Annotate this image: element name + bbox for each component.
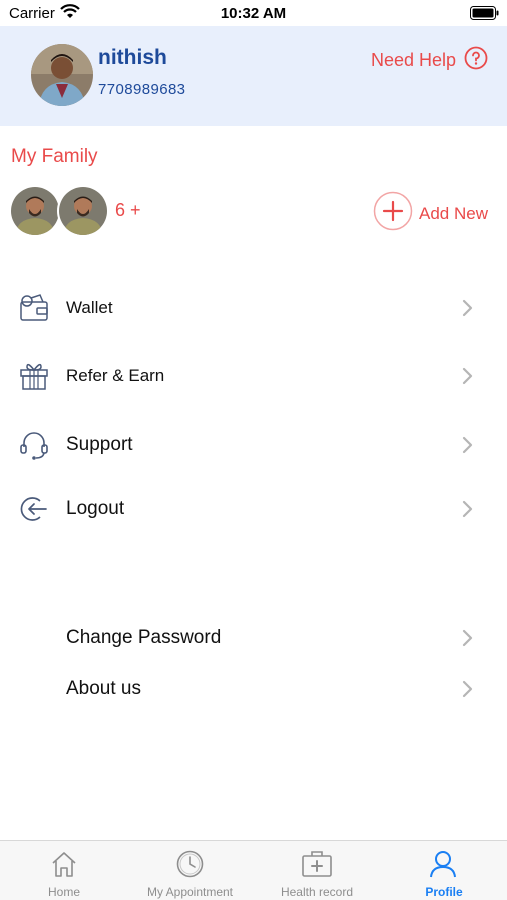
family-title: My Family — [11, 146, 98, 167]
profile-header: nithish 7708989683 Need Help — [0, 26, 507, 126]
user-name: nithish — [98, 46, 167, 69]
tab-home-label: Home — [47, 885, 80, 899]
plus-circle-icon — [373, 191, 413, 236]
chevron-right-icon — [460, 436, 474, 459]
chevron-right-icon — [460, 299, 474, 322]
tab-bar: Home My Appointment Health record Profil… — [0, 840, 507, 900]
change-password-label: Change Password — [66, 627, 222, 648]
logout-label: Logout — [66, 498, 125, 519]
home-icon — [49, 849, 79, 884]
tab-home[interactable]: Home — [1, 841, 127, 900]
clock-icon — [175, 849, 205, 884]
add-family-member-button[interactable]: Add New — [373, 191, 488, 236]
clock: 10:32 AM — [220, 5, 287, 22]
chevron-right-icon — [460, 500, 474, 523]
tab-appointment-label: My Appointment — [146, 885, 234, 899]
chevron-right-icon — [460, 680, 474, 703]
support-label: Support — [66, 434, 133, 455]
tab-profile[interactable]: Profile — [381, 841, 507, 900]
menu-item-support[interactable]: Support — [0, 423, 507, 467]
user-phone: 7708989683 — [98, 81, 186, 98]
chevron-right-icon — [460, 367, 474, 390]
add-new-label: Add New — [419, 203, 488, 223]
tab-health-label: Health record — [280, 885, 354, 899]
wallet-icon — [18, 293, 50, 323]
tab-appointment[interactable]: My Appointment — [127, 841, 253, 900]
gift-icon — [18, 361, 50, 391]
headset-icon — [18, 430, 50, 460]
user-icon — [428, 849, 458, 884]
battery-icon — [470, 6, 500, 25]
need-help-button[interactable]: Need Help — [371, 46, 488, 75]
family-member-avatar[interactable] — [57, 185, 109, 237]
family-count[interactable]: 6 + — [115, 200, 141, 221]
menu-item-wallet[interactable]: Wallet — [0, 286, 507, 330]
avatar[interactable] — [31, 44, 93, 106]
menu-item-change-password[interactable]: Change Password — [0, 616, 507, 660]
chevron-right-icon — [460, 629, 474, 652]
status-bar: Carrier 10:32 AM — [0, 0, 507, 26]
logout-icon — [18, 494, 50, 524]
about-label: About us — [66, 678, 141, 699]
menu-item-logout[interactable]: Logout — [0, 487, 507, 531]
need-help-label: Need Help — [371, 50, 457, 70]
wallet-label: Wallet — [66, 298, 113, 317]
help-icon — [464, 46, 488, 75]
menu-item-about[interactable]: About us — [0, 667, 507, 711]
family-member-avatar[interactable] — [9, 185, 61, 237]
tab-health-record[interactable]: Health record — [254, 841, 380, 900]
refer-label: Refer & Earn — [66, 366, 165, 385]
tab-profile-label: Profile — [425, 885, 463, 899]
menu-item-refer[interactable]: Refer & Earn — [0, 354, 507, 398]
medical-folder-icon — [301, 849, 333, 884]
